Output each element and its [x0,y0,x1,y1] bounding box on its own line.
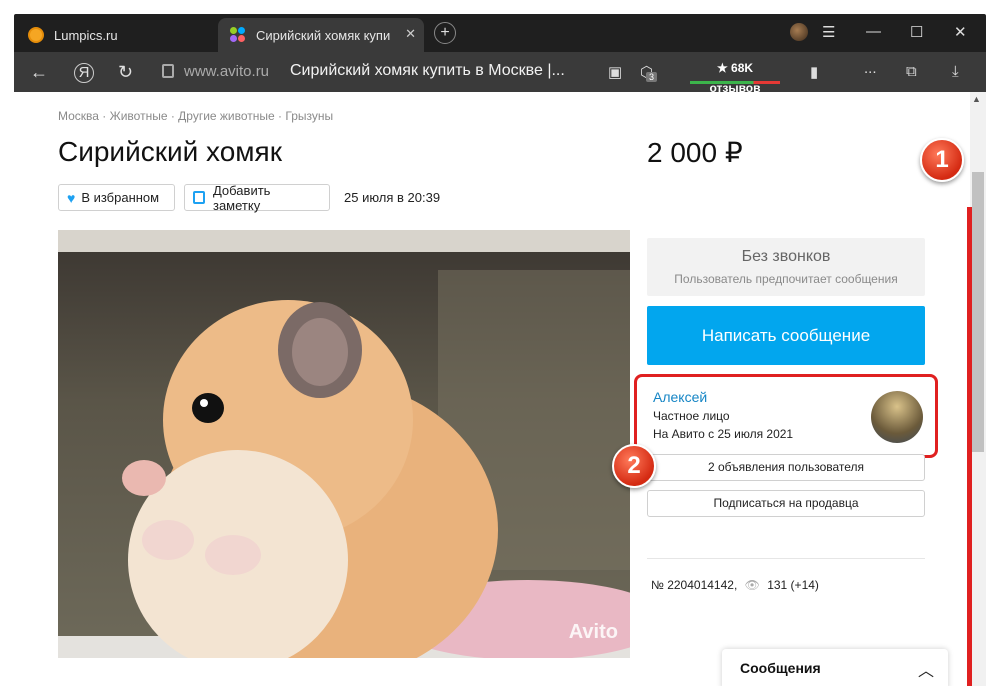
price: 2 000 ₽ [647,137,743,168]
seller-type: Частное лицо [653,409,730,423]
back-icon[interactable]: ← [30,62,48,83]
avito-watermark: Avito [568,621,618,643]
tab-avito[interactable]: Сирийский хомяк купи ✕ [218,18,424,52]
write-message-button[interactable]: Написать сообщение [647,306,925,365]
eye-icon: 👁 [744,578,760,592]
subscribe-button[interactable]: Подписаться на продавца [647,490,925,517]
favorite-button[interactable]: ♥ В избранном [58,184,175,211]
step-marker-1: 1 [920,138,964,182]
lock-icon[interactable] [162,64,174,78]
lumpics-favicon-icon [28,27,44,43]
note-icon [193,191,205,204]
new-tab-button[interactable]: + [434,22,456,44]
favorite-label: В избранном [81,190,160,205]
tab-count-badge: 3 [646,72,658,82]
scroll-up-icon[interactable]: ▲ [972,94,981,104]
yandex-icon[interactable]: Я [74,63,94,83]
hamster-image [58,230,630,658]
tab-lumpics[interactable]: Lumpics.ru [24,18,214,52]
messages-panel[interactable]: Сообщения ︿ [722,649,948,686]
tab-label: Сирийский хомяк купи [256,27,391,43]
no-calls-box: Без звонков Пользователь предпочитает со… [647,238,925,296]
scroll-arrow-line [967,207,972,686]
breadcrumb[interactable]: Москва · Животные · Другие животные · Гр… [58,109,333,123]
tab-label: Lumpics.ru [54,27,118,43]
seller-since: На Авито с 25 июля 2021 [653,427,794,441]
reload-icon[interactable]: ↻ [118,62,133,83]
ad-number: № 2204014142, [651,578,738,592]
no-calls-subtitle: Пользователь предпочитает сообщения [674,272,898,286]
address-bar: ← Я ↻ www.avito.ru Сирийский хомяк купит… [14,52,986,95]
extensions-icon[interactable]: ⧉ [906,63,917,80]
translate-icon[interactable]: ▣ [608,63,622,81]
chevron-up-icon[interactable]: ︿ [918,657,934,681]
minimize-icon[interactable]: — [866,23,881,40]
seller-name-link[interactable]: Алексей [653,389,707,405]
publish-date: 25 июля в 20:39 [344,190,441,205]
add-note-button[interactable]: Добавить заметку [184,182,330,213]
listing-photo[interactable]: Avito [58,230,630,658]
user-ads-button[interactable]: 2 объявления пользователя [647,454,925,481]
bookmark-icon[interactable]: ▮ [810,63,818,81]
ad-info: № 2204014142, 👁 131 (+14) [651,578,819,592]
profile-avatar[interactable] [790,23,808,41]
divider [647,558,925,559]
web-page: Москва · Животные · Другие животные · Гр… [14,92,986,686]
step-marker-2: 2 [612,444,656,488]
no-calls-title: Без звонков [741,248,831,265]
avito-favicon-icon [230,27,246,43]
scrollbar-thumb[interactable] [972,172,984,452]
messages-title: Сообщения [740,660,821,676]
url-domain[interactable]: www.avito.ru [184,63,269,80]
download-icon[interactable]: ⤓ [952,63,959,80]
views-count: 131 (+14) [767,578,819,592]
page-title: Сирийский хомяк [58,136,282,167]
menu-icon[interactable]: ☰ [822,23,835,41]
close-window-icon[interactable]: ✕ [954,23,967,41]
reviews-badge[interactable]: ★ 68K отзывов [690,58,780,95]
heart-icon: ♥ [67,189,76,206]
maximize-icon[interactable]: ☐ [910,23,923,41]
seller-card[interactable]: Алексей Частное лицо На Авито с 25 июля … [634,374,938,458]
add-note-label: Добавить заметку [212,182,271,213]
tab-strip: Lumpics.ru Сирийский хомяк купи ✕ + ☰ — … [14,14,986,52]
browser-window: Lumpics.ru Сирийский хомяк купи ✕ + ☰ — … [0,0,1000,700]
tab-close-icon[interactable]: ✕ [405,26,416,42]
more-icon[interactable]: ... [864,60,877,77]
seller-avatar[interactable] [871,391,923,443]
url-title[interactable]: Сирийский хомяк купить в Москве |... [290,62,565,80]
